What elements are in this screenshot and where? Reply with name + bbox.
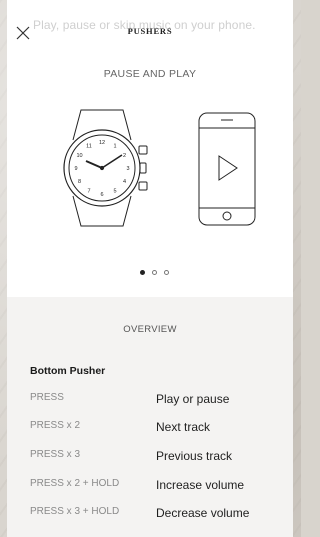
dial-number: 4 — [123, 179, 126, 185]
dial-number: 6 — [100, 192, 103, 198]
action-label: PRESS x 2 + HOLD — [30, 478, 120, 489]
dial-number: 2 — [123, 153, 126, 159]
overview-panel: OVERVIEW Bottom Pusher PRESS Play or pau… — [7, 297, 293, 537]
list-item: PRESS x 3 Previous track — [30, 449, 280, 465]
action-label: PRESS — [30, 392, 64, 403]
dial-number: 10 — [76, 153, 82, 159]
action-label: PRESS x 3 + HOLD — [30, 506, 120, 517]
dial-number: 11 — [86, 144, 92, 150]
page-dot-3[interactable] — [164, 270, 169, 275]
result-label: Increase volume — [156, 478, 245, 492]
pushers-illustration: 121234567891011 — [63, 109, 256, 227]
slide-title: PAUSE AND PLAY — [103, 68, 197, 80]
dial-number: 1 — [113, 144, 116, 150]
result-label: Previous track — [156, 449, 233, 463]
result-label: Decrease volume — [156, 506, 250, 520]
dial-number: 9 — [74, 166, 77, 172]
list-item: PRESS Play or pause — [30, 392, 280, 408]
result-label: Next track — [156, 420, 211, 434]
group-title: Bottom Pusher — [30, 365, 106, 377]
list-item: PRESS x 2 Next track — [30, 420, 280, 436]
action-label: PRESS x 3 — [30, 449, 81, 460]
dial-number: 5 — [113, 189, 116, 195]
overview-title: OVERVIEW — [123, 324, 177, 335]
action-label: PRESS x 2 — [30, 420, 81, 431]
page-dot-2[interactable] — [152, 270, 157, 275]
dial-number: 8 — [78, 179, 81, 185]
dial-number: 7 — [87, 189, 90, 195]
carousel-panel: Play, pause or skip music on your phone.… — [7, 0, 293, 297]
result-label: Play or pause — [156, 392, 230, 406]
list-item: PRESS x 3 + HOLD Decrease volume — [30, 506, 280, 522]
page-dot-1[interactable] — [140, 270, 145, 275]
dial-number: 3 — [126, 166, 129, 172]
play-icon — [218, 155, 238, 181]
list-item: PRESS x 2 + HOLD Increase volume — [30, 478, 280, 494]
phone-illustration — [198, 112, 256, 226]
dial-number: 12 — [99, 140, 105, 146]
pushers-card: Play, pause or skip music on your phone.… — [7, 0, 293, 537]
page-title: PUSHERS — [127, 26, 173, 36]
